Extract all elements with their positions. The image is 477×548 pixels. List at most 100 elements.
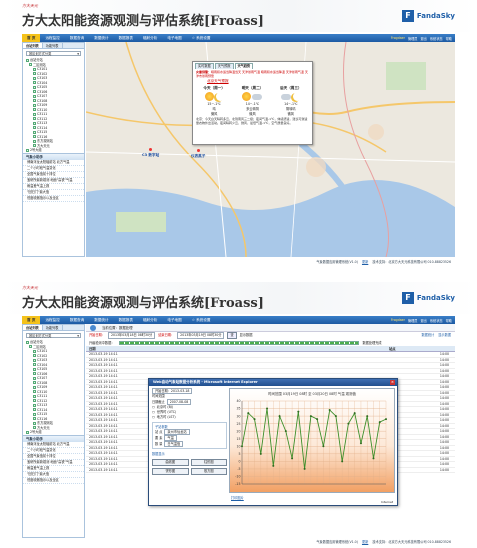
checkbox[interactable] bbox=[33, 372, 36, 376]
checkbox[interactable] bbox=[33, 99, 36, 103]
menu-item[interactable]: 数据统计 bbox=[89, 34, 113, 42]
menu-item[interactable]: ☆ 系统设置 bbox=[187, 34, 216, 42]
group-by-select[interactable]: 按区划方式分类 bbox=[26, 333, 81, 338]
checkbox[interactable] bbox=[29, 345, 32, 349]
checkbox[interactable] bbox=[33, 81, 36, 85]
checkbox[interactable] bbox=[33, 126, 36, 130]
show-data-checkbox[interactable]: 显示数据 bbox=[240, 332, 253, 339]
checkbox[interactable] bbox=[26, 340, 29, 344]
menu-item[interactable]: 数据统计 bbox=[89, 316, 113, 324]
footer-update-link[interactable]: 更新 bbox=[362, 258, 368, 266]
checkbox[interactable] bbox=[33, 358, 36, 362]
checkbox[interactable] bbox=[33, 117, 36, 121]
menu-right-item[interactable]: 帮助 bbox=[446, 36, 452, 41]
menu-right-item[interactable]: 帮助 bbox=[446, 318, 452, 323]
tab-forecast[interactable]: 天气预报 bbox=[214, 63, 234, 69]
assistant-item[interactable]: 低度收缩指示以及全区 bbox=[23, 196, 84, 202]
print-chart-link[interactable]: 打印图片 bbox=[231, 495, 244, 500]
checkbox[interactable] bbox=[33, 394, 36, 398]
checkbox[interactable] bbox=[33, 376, 36, 380]
menu-item[interactable]: 数据报表 bbox=[114, 316, 138, 324]
checkbox[interactable] bbox=[33, 90, 36, 94]
sidebar-tab[interactable]: 台站列表 bbox=[23, 43, 43, 48]
checkbox[interactable] bbox=[33, 399, 36, 403]
group-by-select[interactable]: 按区划方式分类 bbox=[26, 51, 81, 56]
cell-date: 2013-03-19 14:11 bbox=[89, 423, 118, 428]
checkbox[interactable] bbox=[26, 58, 29, 62]
checkbox[interactable] bbox=[33, 412, 36, 416]
checkbox[interactable] bbox=[33, 135, 36, 139]
tab-realtime[interactable]: 实时数据 bbox=[195, 63, 214, 69]
menu-item[interactable]: 数据查询 bbox=[65, 316, 89, 324]
stats-link[interactable]: 数据统计 bbox=[422, 332, 435, 339]
menu-item[interactable]: 辐射分析 bbox=[138, 34, 162, 42]
map-pin-station-1[interactable]: C3 数字站 bbox=[142, 148, 159, 158]
col-station[interactable]: 站点 bbox=[386, 346, 396, 351]
checkbox[interactable] bbox=[33, 367, 36, 371]
menu-item[interactable]: 首 页 bbox=[22, 34, 41, 42]
menu-item[interactable]: 电子地图 bbox=[162, 34, 186, 42]
checkbox[interactable] bbox=[33, 390, 36, 394]
close-icon[interactable]: × bbox=[390, 380, 395, 385]
tab-trend[interactable]: 天气趋势 bbox=[234, 63, 254, 69]
menu-item[interactable]: 远程监控 bbox=[40, 316, 64, 324]
ytype-select[interactable]: 日气温值 bbox=[164, 441, 184, 447]
checkbox[interactable] bbox=[33, 144, 36, 148]
scatter-chart-button[interactable]: 散方图 bbox=[190, 468, 227, 475]
radio-lst[interactable]: ○ 地方时 (LST) bbox=[152, 415, 227, 420]
bar-chart-button[interactable]: 柱形图 bbox=[190, 459, 227, 466]
menu-item[interactable]: 数据报表 bbox=[114, 34, 138, 42]
col-date[interactable]: 日期 bbox=[86, 346, 386, 351]
checkbox[interactable] bbox=[33, 349, 36, 353]
show-data-link[interactable]: 显示数据 bbox=[438, 332, 451, 339]
checkbox[interactable] bbox=[33, 421, 36, 425]
checkbox[interactable] bbox=[33, 408, 36, 412]
sidebar-tab[interactable]: 台站列表 bbox=[23, 325, 43, 330]
checkbox[interactable] bbox=[33, 67, 36, 71]
menu-item[interactable]: ☆ 系统设置 bbox=[187, 316, 216, 324]
menu-item[interactable]: 远程监控 bbox=[40, 34, 64, 42]
checkbox[interactable] bbox=[33, 354, 36, 358]
start-date-input[interactable]: 2013年03月18日 08时30分 bbox=[107, 332, 156, 339]
pie-chart-button[interactable]: 饼形图 bbox=[152, 468, 189, 475]
checkbox[interactable] bbox=[26, 430, 29, 434]
sidebar-tab[interactable]: 功能列表 bbox=[43, 43, 63, 48]
end-date-input[interactable]: 2013年03月19日 08时30分 bbox=[177, 332, 225, 339]
checkbox[interactable] bbox=[33, 103, 36, 107]
menu-item[interactable]: 电子地图 bbox=[162, 316, 186, 324]
menu-right-item[interactable]: 管理员 bbox=[408, 318, 418, 323]
menu-right-item[interactable]: 退出 bbox=[421, 36, 427, 41]
checkbox[interactable] bbox=[33, 363, 36, 367]
checkbox[interactable] bbox=[26, 148, 29, 152]
assistant-item[interactable]: 低度收缩指示以及全区 bbox=[23, 478, 84, 484]
checkbox[interactable] bbox=[33, 121, 36, 125]
checkbox[interactable] bbox=[33, 381, 36, 385]
sun-icon bbox=[242, 92, 252, 101]
checkbox[interactable] bbox=[33, 108, 36, 112]
checkbox[interactable] bbox=[33, 72, 36, 76]
back-icon[interactable] bbox=[90, 325, 96, 331]
map-pin-station-2[interactable]: 仪表蒸子 bbox=[191, 149, 205, 159]
checkbox[interactable] bbox=[33, 130, 36, 134]
menu-item[interactable]: 辐射分析 bbox=[138, 316, 162, 324]
checkbox[interactable] bbox=[33, 112, 36, 116]
sidebar-tab[interactable]: 功能列表 bbox=[43, 325, 63, 330]
checkbox[interactable] bbox=[29, 63, 32, 67]
checkbox[interactable] bbox=[33, 139, 36, 143]
menu-item[interactable]: 数据查询 bbox=[65, 34, 89, 42]
menu-right-item[interactable]: 系统状态 bbox=[430, 318, 443, 323]
checkbox[interactable] bbox=[33, 417, 36, 421]
footer-update-link[interactable]: 更新 bbox=[362, 538, 368, 546]
menu-right-item[interactable]: 管理员 bbox=[408, 36, 418, 41]
checkbox[interactable] bbox=[33, 76, 36, 80]
menu-right-item[interactable]: 系统状态 bbox=[430, 36, 443, 41]
query-button[interactable]: 查 bbox=[227, 332, 237, 339]
checkbox[interactable] bbox=[33, 94, 36, 98]
menu-item[interactable]: 首 页 bbox=[22, 316, 41, 324]
checkbox[interactable] bbox=[33, 385, 36, 389]
line-chart-button[interactable]: 曲线图 bbox=[152, 459, 189, 466]
checkbox[interactable] bbox=[33, 426, 36, 430]
checkbox[interactable] bbox=[33, 403, 36, 407]
checkbox[interactable] bbox=[33, 85, 36, 89]
menu-right-item[interactable]: 退出 bbox=[421, 318, 427, 323]
